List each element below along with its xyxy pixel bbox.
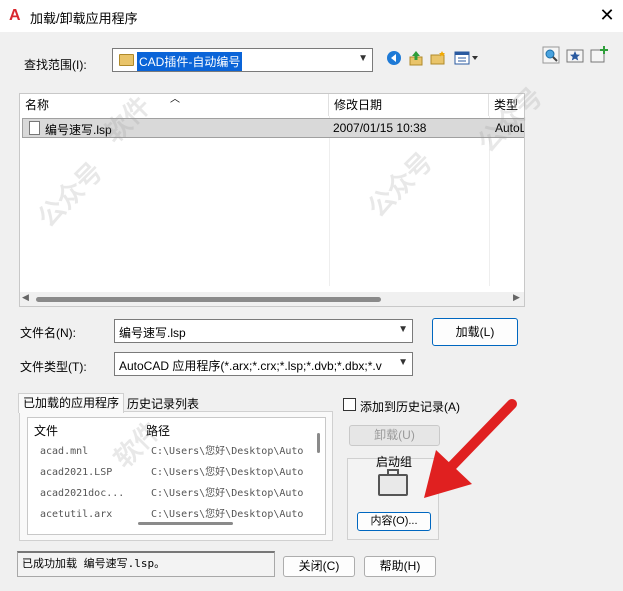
column-header-date[interactable]: 修改日期 bbox=[329, 94, 489, 116]
horizontal-scrollbar[interactable]: ◀ ▶ bbox=[20, 292, 524, 306]
loaded-file-path: C:\Users\您好\Desktop\Auto bbox=[151, 488, 304, 499]
loaded-file-name: acad2021doc... bbox=[40, 488, 125, 499]
tab-history-list[interactable]: 历史记录列表 bbox=[127, 395, 199, 413]
file-row-date: 2007/01/15 10:38 bbox=[333, 121, 427, 135]
views-icon[interactable] bbox=[453, 50, 481, 70]
close-window-button[interactable]: ✕ bbox=[597, 5, 617, 25]
vertical-scrollbar-thumb[interactable] bbox=[317, 433, 320, 453]
annotation-arrow-icon bbox=[424, 399, 517, 498]
file-icon bbox=[29, 121, 40, 135]
close-button[interactable]: 关闭(C) bbox=[283, 556, 355, 577]
load-button[interactable]: 加载(L) bbox=[432, 318, 518, 346]
file-type-value: AutoCAD 应用程序(*.arx;*.crx;*.lsp;*.dvb;*.d… bbox=[119, 359, 382, 373]
file-type-label: 文件类型(T): bbox=[20, 360, 87, 374]
loaded-file-name: acad.mnl bbox=[40, 446, 89, 457]
scroll-right-icon[interactable]: ▶ bbox=[513, 292, 520, 303]
tab-loaded-applications[interactable]: 已加载的应用程序 bbox=[18, 393, 124, 413]
look-in-value: CAD插件-自动编号 bbox=[137, 52, 243, 71]
loaded-file-name: acetutil.arx bbox=[40, 509, 113, 520]
column-header-file[interactable]: 文件 bbox=[34, 422, 58, 439]
window-title: 加载/卸载应用程序 bbox=[30, 11, 138, 26]
chevron-down-icon: ▼ bbox=[358, 53, 368, 64]
search-web-icon[interactable] bbox=[541, 46, 561, 66]
chevron-down-icon: ▼ bbox=[398, 357, 408, 368]
loaded-file-path: C:\Users\您好\Desktop\Auto bbox=[151, 446, 304, 457]
loaded-file-name: acad2021.LSP bbox=[40, 467, 113, 478]
briefcase-icon bbox=[378, 474, 408, 496]
up-folder-icon[interactable] bbox=[406, 50, 426, 70]
loaded-applications-list[interactable]: 文件 路径 acad.mnl C:\Users\您好\Desktop\Auto … bbox=[27, 417, 326, 535]
startup-contents-button[interactable]: 内容(O)... bbox=[357, 512, 431, 531]
chevron-down-icon: ▼ bbox=[398, 324, 408, 335]
startup-group-label: 启动组 bbox=[376, 455, 413, 469]
file-name-label: 文件名(N): bbox=[20, 326, 76, 340]
status-text: 已成功加载 编号速写.lsp。 bbox=[17, 551, 275, 577]
file-name-value: 编号速写.lsp bbox=[119, 326, 186, 340]
add-to-history-checkbox[interactable] bbox=[343, 398, 356, 411]
help-button[interactable]: 帮助(H) bbox=[364, 556, 436, 577]
new-folder-icon[interactable] bbox=[428, 50, 448, 70]
back-icon[interactable] bbox=[384, 50, 404, 70]
file-name-input[interactable]: 编号速写.lsp ▼ bbox=[114, 319, 413, 343]
add-favorite-icon[interactable] bbox=[589, 46, 609, 66]
horizontal-scrollbar-thumb[interactable] bbox=[138, 522, 233, 525]
autocad-logo-icon: A bbox=[9, 7, 21, 24]
scrollbar-thumb[interactable] bbox=[36, 297, 381, 302]
favorites-icon[interactable] bbox=[565, 46, 585, 66]
look-in-label: 查找范围(I): bbox=[24, 58, 87, 72]
scroll-left-icon[interactable]: ◀ bbox=[22, 292, 29, 303]
column-divider bbox=[329, 116, 330, 286]
look-in-dropdown[interactable]: CAD插件-自动编号 ▼ bbox=[112, 48, 373, 72]
loaded-file-path: C:\Users\您好\Desktop\Auto bbox=[151, 467, 304, 478]
file-type-dropdown[interactable]: AutoCAD 应用程序(*.arx;*.crx;*.lsp;*.dvb;*.d… bbox=[114, 352, 413, 376]
folder-icon bbox=[119, 54, 134, 66]
sort-ascending-icon: ︿ bbox=[170, 94, 180, 105]
